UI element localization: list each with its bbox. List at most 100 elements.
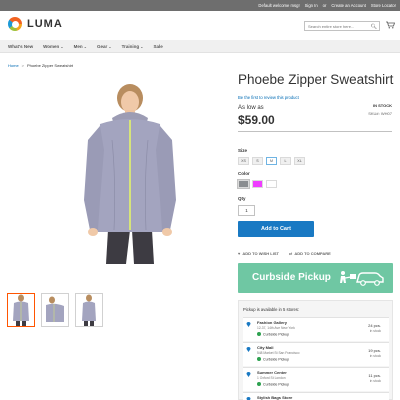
- store-qty: 11 pcs.: [368, 373, 381, 378]
- color-swatch-purple[interactable]: [252, 180, 263, 188]
- nav-label: What's New: [8, 44, 34, 49]
- location-pin-icon: [246, 347, 251, 352]
- search-input[interactable]: Search entire store here... 🔍︎: [304, 21, 380, 31]
- nav-label: Men: [73, 44, 83, 49]
- store-qty: 24 pcs.: [368, 323, 381, 328]
- size-option-xl[interactable]: XL: [294, 157, 305, 165]
- pickup-heading: Pickup is available in 5 stores:: [243, 307, 300, 312]
- nav-item-whats-new[interactable]: What's New: [8, 44, 33, 49]
- color-label: Color: [238, 171, 250, 176]
- nav-item-gear[interactable]: Gear⌄: [97, 44, 112, 49]
- header: LUMA Search entire store here... 🔍︎: [0, 11, 400, 40]
- create-account-link[interactable]: Create an Account: [331, 3, 365, 8]
- curbside-car-icon: [340, 271, 384, 286]
- store-item[interactable]: City Mall 548 Market St San Francisco Cu…: [243, 342, 389, 366]
- chevron-down-icon: ⌄: [83, 44, 87, 49]
- compare-label: ADD TO COMPARE: [294, 251, 331, 256]
- qty-label: Qty: [238, 196, 246, 201]
- add-to-wishlist-link[interactable]: ♥ ADD TO WISH LIST: [238, 251, 279, 256]
- size-options: XS S M L XL: [238, 157, 305, 165]
- color-swatch-gray[interactable]: [237, 179, 250, 189]
- store-item[interactable]: Stylish Bags Store: [243, 392, 389, 400]
- store-name: Fashion Gallery: [257, 320, 288, 325]
- store-address: 548 Market St San Francisco: [257, 351, 300, 355]
- product-price: $59.00: [238, 113, 275, 127]
- store-item[interactable]: Summer Center 1 Oxford St London Curbsid…: [243, 367, 389, 391]
- main-nav: What's New Women⌄ Men⌄ Gear⌄ Training⌄ S…: [0, 40, 400, 53]
- divider: [238, 131, 392, 132]
- chevron-down-icon: ⌄: [108, 44, 112, 49]
- store-qty-label: in stock: [369, 354, 381, 358]
- size-label: Size: [238, 148, 248, 153]
- curbside-pickup-label: Curbside Pickup: [252, 272, 331, 283]
- nav-item-sale[interactable]: Sale: [153, 44, 162, 49]
- search-placeholder: Search entire store here...: [308, 24, 355, 29]
- store-name: Stylish Bags Store: [257, 395, 293, 400]
- thumbnail-3[interactable]: [75, 293, 103, 327]
- size-option-l[interactable]: L: [280, 157, 291, 165]
- nav-label: Sale: [153, 44, 163, 49]
- pickup-option-label: Curbside Pickup: [263, 332, 290, 337]
- store-item[interactable]: Fashion Gallery 12-37, 14th Ave New York…: [243, 317, 389, 341]
- color-swatch-white[interactable]: [266, 180, 277, 188]
- breadcrumb-home-link[interactable]: Home: [8, 63, 19, 68]
- pickup-stores-panel: Pickup is available in 5 stores: Fashion…: [238, 300, 393, 400]
- logo-icon: [8, 17, 22, 31]
- nav-label: Gear: [96, 44, 108, 49]
- product-main-image[interactable]: [60, 80, 200, 264]
- product-title: Phoebe Zipper Sweatshirt: [238, 72, 394, 87]
- color-options: [237, 179, 277, 189]
- store-qty-label: in stock: [369, 329, 381, 333]
- price-label: As low as: [238, 105, 264, 111]
- breadcrumb: Home > Phoebe Zipper Sweatshirt: [8, 63, 73, 68]
- product-sku: SKU#: WH07: [368, 111, 392, 116]
- store-address: 12-37, 14th Ave New York: [257, 326, 295, 330]
- nav-item-training[interactable]: Training⌄: [122, 44, 144, 49]
- curbside-pickup-banner: Curbside Pickup: [238, 263, 393, 293]
- size-option-s[interactable]: S: [252, 157, 263, 165]
- nav-item-men[interactable]: Men⌄: [74, 44, 87, 49]
- add-to-cart-button[interactable]: Add to Cart: [238, 221, 314, 237]
- stock-status: IN STOCK: [372, 103, 392, 108]
- store-qty: 19 pcs.: [368, 348, 381, 353]
- size-option-m[interactable]: M: [266, 157, 277, 165]
- breadcrumb-current: Phoebe Zipper Sweatshirt: [27, 63, 74, 68]
- or-text: or: [322, 3, 327, 8]
- check-icon: [257, 382, 261, 386]
- thumbnail-strip: [7, 293, 103, 327]
- check-icon: [257, 332, 261, 336]
- location-pin-icon: [246, 372, 251, 377]
- nav-label: Training: [121, 44, 140, 49]
- compare-icon: ⇄: [288, 251, 293, 256]
- welcome-message: Default welcome msg!: [258, 3, 300, 8]
- location-pin-icon: [246, 322, 251, 327]
- store-address: 1 Oxford St London: [257, 376, 286, 380]
- pickup-option-label: Curbside Pickup: [263, 357, 290, 362]
- qty-input[interactable]: 1: [238, 205, 255, 216]
- thumbnail-1[interactable]: [7, 293, 35, 327]
- store-name: Summer Center: [257, 370, 287, 375]
- wishlist-label: ADD TO WISH LIST: [242, 251, 279, 256]
- store-locator-link[interactable]: Store Locator: [371, 3, 396, 8]
- cart-icon[interactable]: [386, 21, 396, 31]
- chevron-down-icon: ⌄: [60, 44, 64, 49]
- nav-label: Women: [43, 44, 60, 49]
- top-bar: Default welcome msg! Sign In or Create a…: [0, 0, 400, 11]
- nav-item-women[interactable]: Women⌄: [43, 44, 64, 49]
- size-option-xs[interactable]: XS: [238, 157, 249, 165]
- logo[interactable]: LUMA: [8, 17, 63, 31]
- store-pickup-option: Curbside Pickup: [257, 332, 289, 337]
- store-name: City Mall: [257, 345, 274, 350]
- chevron-down-icon: ⌄: [140, 44, 144, 49]
- breadcrumb-separator: >: [21, 63, 25, 68]
- search-icon[interactable]: 🔍︎: [371, 24, 377, 30]
- location-pin-icon: [246, 397, 251, 400]
- logo-text: LUMA: [27, 18, 63, 30]
- add-to-compare-link[interactable]: ⇄ ADD TO COMPARE: [289, 251, 331, 256]
- thumbnail-2[interactable]: [41, 293, 69, 327]
- store-qty-label: in stock: [369, 379, 381, 383]
- heart-icon: ♥: [238, 251, 241, 256]
- product-actions: ♥ ADD TO WISH LIST ⇄ ADD TO COMPARE: [238, 251, 331, 256]
- review-link[interactable]: Be the first to review this product: [238, 95, 299, 100]
- sign-in-link[interactable]: Sign In: [305, 3, 318, 8]
